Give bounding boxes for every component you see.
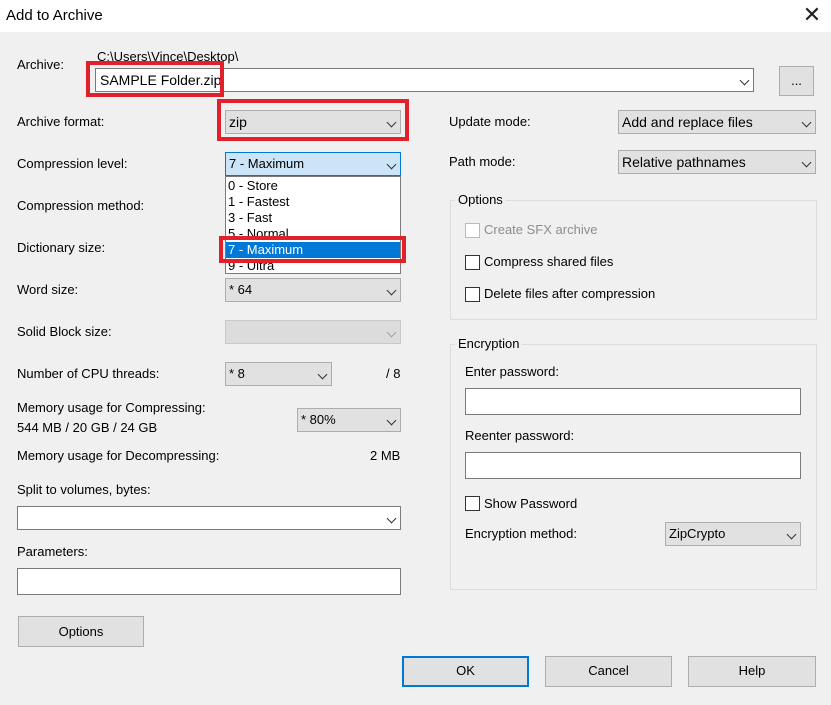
chevron-down-icon xyxy=(317,369,328,380)
encryption-group-title: Encryption xyxy=(455,336,523,351)
word-size-select[interactable]: * 64 xyxy=(225,278,401,302)
options-group-title: Options xyxy=(455,192,506,207)
encryption-method-select[interactable]: ZipCrypto xyxy=(665,522,801,546)
word-size-label: Word size: xyxy=(17,282,79,297)
memory-decompress-value: 2 MB xyxy=(370,448,401,463)
archive-label: Archive: xyxy=(17,57,64,72)
compression-level-label: Compression level: xyxy=(17,156,128,171)
cancel-button[interactable]: Cancel xyxy=(545,656,672,687)
path-mode-label: Path mode: xyxy=(449,154,516,169)
compression-level-dropdown[interactable]: 0 - Store 1 - Fastest 3 - Fast 5 - Norma… xyxy=(225,176,401,274)
cpu-threads-select[interactable]: * 8 xyxy=(225,362,332,386)
chevron-down-icon xyxy=(801,117,812,128)
path-mode-select[interactable]: Relative pathnames xyxy=(618,150,816,174)
chevron-down-icon xyxy=(386,159,397,170)
parameters-input[interactable] xyxy=(17,568,401,595)
update-mode-value: Add and replace files xyxy=(622,114,753,130)
create-sfx-label: Create SFX archive xyxy=(484,222,598,237)
memory-compress-label: Memory usage for Compressing: xyxy=(17,400,206,415)
delete-after-checkbox[interactable] xyxy=(465,287,480,302)
dropdown-option-fast[interactable]: 3 - Fast xyxy=(226,210,400,226)
reenter-password-label: Reenter password: xyxy=(465,428,575,443)
help-button[interactable]: Help xyxy=(688,656,816,687)
chevron-down-icon xyxy=(786,529,797,540)
archive-filename: SAMPLE Folder.zip xyxy=(100,72,222,88)
solid-block-size-label: Solid Block size: xyxy=(17,324,112,339)
cpu-threads-value: * 8 xyxy=(229,366,245,381)
archive-format-label: Archive format: xyxy=(17,114,105,129)
dropdown-option-fastest[interactable]: 1 - Fastest xyxy=(226,194,400,210)
encryption-method-label: Encryption method: xyxy=(465,526,578,541)
show-password-checkbox[interactable] xyxy=(465,496,480,511)
delete-after-label[interactable]: Delete files after compression xyxy=(484,286,655,301)
close-icon[interactable]: ✕ xyxy=(796,2,828,30)
encryption-method-value: ZipCrypto xyxy=(669,526,726,541)
memory-compress-detail: 544 MB / 20 GB / 24 GB xyxy=(17,420,158,435)
create-sfx-checkbox xyxy=(465,223,480,238)
enter-password-label: Enter password: xyxy=(465,364,559,379)
ok-button[interactable]: OK xyxy=(402,656,529,687)
enter-password-input[interactable] xyxy=(465,388,801,415)
cpu-threads-label: Number of CPU threads: xyxy=(17,366,160,381)
compression-method-label: Compression method: xyxy=(17,198,145,213)
chevron-down-icon xyxy=(801,157,812,168)
dropdown-option-ultra[interactable]: 9 - Ultra xyxy=(226,258,400,274)
split-volumes-combo[interactable] xyxy=(17,506,401,530)
compress-shared-checkbox[interactable] xyxy=(465,255,480,270)
update-mode-label: Update mode: xyxy=(449,114,531,129)
memory-compress-select[interactable]: * 80% xyxy=(297,408,401,432)
options-button[interactable]: Options xyxy=(18,616,144,647)
compression-level-select[interactable]: 7 - Maximum xyxy=(225,152,401,176)
browse-button[interactable]: ... xyxy=(779,66,814,96)
window-title: Add to Archive xyxy=(6,7,103,24)
show-password-label[interactable]: Show Password xyxy=(484,496,577,511)
chevron-down-icon xyxy=(386,117,397,128)
memory-decompress-label: Memory usage for Decompressing: xyxy=(17,448,220,463)
compress-shared-label[interactable]: Compress shared files xyxy=(484,254,613,269)
archive-format-value: zip xyxy=(229,114,247,130)
dropdown-option-maximum[interactable]: 7 - Maximum xyxy=(226,242,400,258)
path-mode-value: Relative pathnames xyxy=(622,154,746,170)
memory-compress-value: * 80% xyxy=(301,412,336,427)
chevron-down-icon xyxy=(386,415,397,426)
update-mode-select[interactable]: Add and replace files xyxy=(618,110,816,134)
compression-level-value: 7 - Maximum xyxy=(229,156,305,171)
reenter-password-input[interactable] xyxy=(465,452,801,479)
archive-path: C:\Users\Vince\Desktop\ xyxy=(97,49,239,64)
archive-format-select[interactable]: zip xyxy=(225,110,401,134)
title-bar xyxy=(0,0,831,32)
dropdown-option-store[interactable]: 0 - Store xyxy=(226,178,400,194)
chevron-down-icon[interactable] xyxy=(386,513,397,524)
word-size-value: * 64 xyxy=(229,282,253,297)
chevron-down-icon xyxy=(386,327,397,338)
split-volumes-label: Split to volumes, bytes: xyxy=(17,482,151,497)
parameters-label: Parameters: xyxy=(17,544,88,559)
dropdown-option-normal[interactable]: 5 - Normal xyxy=(226,226,400,242)
chevron-down-icon xyxy=(386,285,397,296)
archive-name-combo[interactable]: SAMPLE Folder.zip xyxy=(95,68,754,92)
dictionary-size-label: Dictionary size: xyxy=(17,240,106,255)
solid-block-size-select xyxy=(225,320,401,344)
cpu-threads-max: / 8 xyxy=(386,366,401,381)
chevron-down-icon[interactable] xyxy=(739,75,750,86)
